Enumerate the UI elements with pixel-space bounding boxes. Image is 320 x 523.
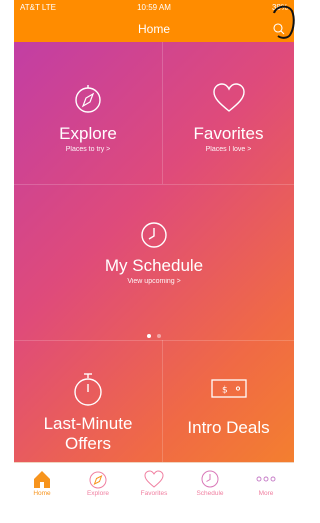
tab-home-label: Home	[33, 490, 51, 497]
tab-schedule[interactable]: Schedule	[182, 463, 238, 503]
intro-deals-title: Intro Deals	[187, 418, 270, 437]
phone-screen: AT&T LTE 10:59 AM 38% Home Explore Place…	[14, 0, 294, 503]
page-dot	[157, 334, 161, 338]
status-bar: AT&T LTE 10:59 AM 38%	[14, 0, 294, 16]
schedule-tile[interactable]: My Schedule View upcoming >	[14, 185, 294, 340]
favorites-tile[interactable]: Favorites Places I love >	[163, 42, 294, 184]
clock-label: 10:59 AM	[137, 3, 171, 12]
home-icon	[34, 471, 50, 488]
home-grid: Explore Places to try > Favorites Places…	[14, 42, 294, 485]
svg-text:$: $	[222, 386, 228, 396]
tab-more-label: More	[258, 490, 274, 497]
search-icon	[273, 23, 285, 35]
tab-bar: Home Explore Favorites Schedule More	[14, 462, 294, 503]
stopwatch-icon	[74, 373, 102, 406]
nav-bar: Home	[14, 16, 294, 42]
schedule-title: My Schedule	[104, 256, 204, 275]
more-icon	[256, 476, 276, 482]
last-minute-title-line2: Offers	[65, 434, 111, 453]
tab-explore[interactable]: Explore	[70, 463, 126, 503]
heart-icon	[144, 470, 164, 488]
explore-title: Explore	[59, 124, 117, 143]
compass-icon	[89, 471, 107, 489]
heart-icon	[212, 83, 245, 112]
compass-icon	[75, 85, 101, 113]
favorites-subtitle[interactable]: Places I love >	[163, 144, 294, 155]
clock-icon	[201, 470, 219, 488]
tab-schedule-label: Schedule	[196, 490, 224, 497]
schedule-subtitle[interactable]: View upcoming >	[14, 276, 294, 287]
tab-favorites-label: Favorites	[140, 490, 168, 497]
tab-favorites[interactable]: Favorites	[126, 463, 182, 503]
battery-label: 38%	[271, 3, 288, 12]
page-title: Home	[137, 22, 170, 36]
ticket-icon: $	[210, 379, 247, 398]
explore-tile[interactable]: Explore Places to try >	[14, 42, 162, 184]
clock-icon	[141, 222, 167, 248]
last-minute-title-line1: Last-Minute	[43, 414, 133, 433]
tab-explore-label: Explore	[86, 490, 110, 497]
search-button[interactable]	[268, 18, 290, 40]
page-dot-active	[147, 334, 151, 338]
explore-subtitle[interactable]: Places to try >	[14, 144, 162, 155]
tab-more[interactable]: More	[238, 463, 294, 503]
tab-home[interactable]: Home	[14, 463, 70, 503]
favorites-title: Favorites	[193, 124, 264, 143]
